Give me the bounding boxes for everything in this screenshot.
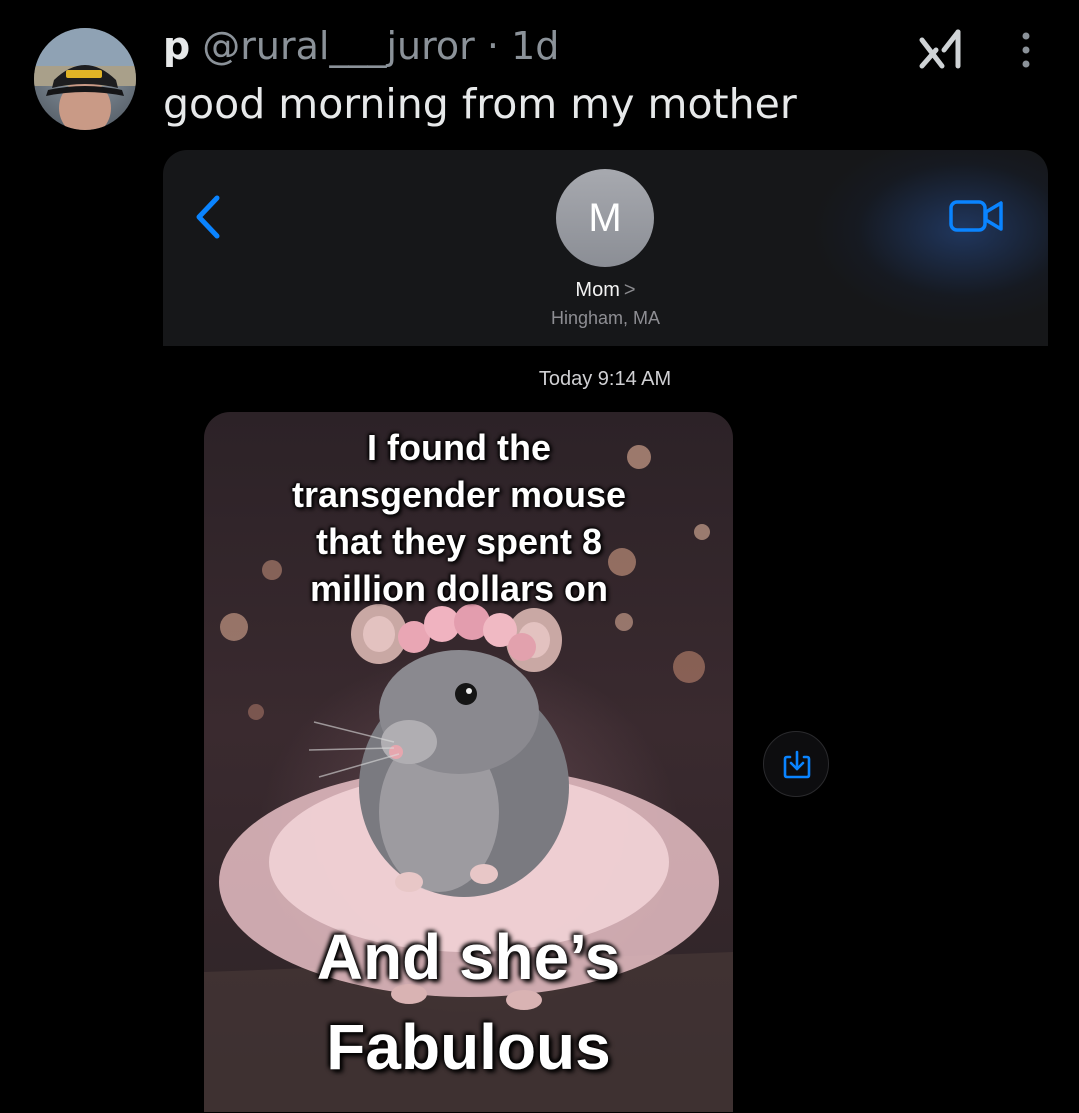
meme-caption-bottom: And she’s Fabulous	[316, 921, 621, 1083]
avatar[interactable]	[34, 28, 136, 130]
tweet-meta: p @rural___juror · 1d	[163, 22, 559, 70]
contact-location: Hingham, MA	[550, 308, 661, 328]
meta-separator: ·	[486, 24, 499, 68]
contact-name[interactable]: Mom >	[163, 279, 1048, 302]
contact-avatar[interactable]: M	[556, 169, 654, 267]
save-image-button[interactable]	[763, 731, 829, 797]
chevron-right-icon: >	[623, 279, 636, 301]
meme-caption-top: I found the transgender mouse that they …	[291, 427, 627, 609]
messages-header: M Mom > Hingham, MA	[163, 150, 1048, 346]
tweet-age[interactable]: 1d	[511, 24, 559, 68]
author-handle[interactable]: @rural___juror	[202, 24, 474, 68]
more-options-icon[interactable]	[1006, 30, 1046, 70]
tweet-text: good morning from my mother	[163, 80, 797, 128]
message-timestamp: Today 9:14 AM	[538, 368, 672, 390]
grok-icon[interactable]	[918, 26, 964, 72]
author-name[interactable]: p	[163, 24, 190, 68]
meme-image[interactable]: I found the transgender mouse that they …	[204, 412, 733, 1112]
share-save-icon	[783, 750, 811, 779]
contact-name-label: Mom	[575, 279, 620, 301]
chevron-left-icon[interactable]	[191, 194, 225, 240]
facetime-video-icon[interactable]	[949, 198, 1005, 234]
